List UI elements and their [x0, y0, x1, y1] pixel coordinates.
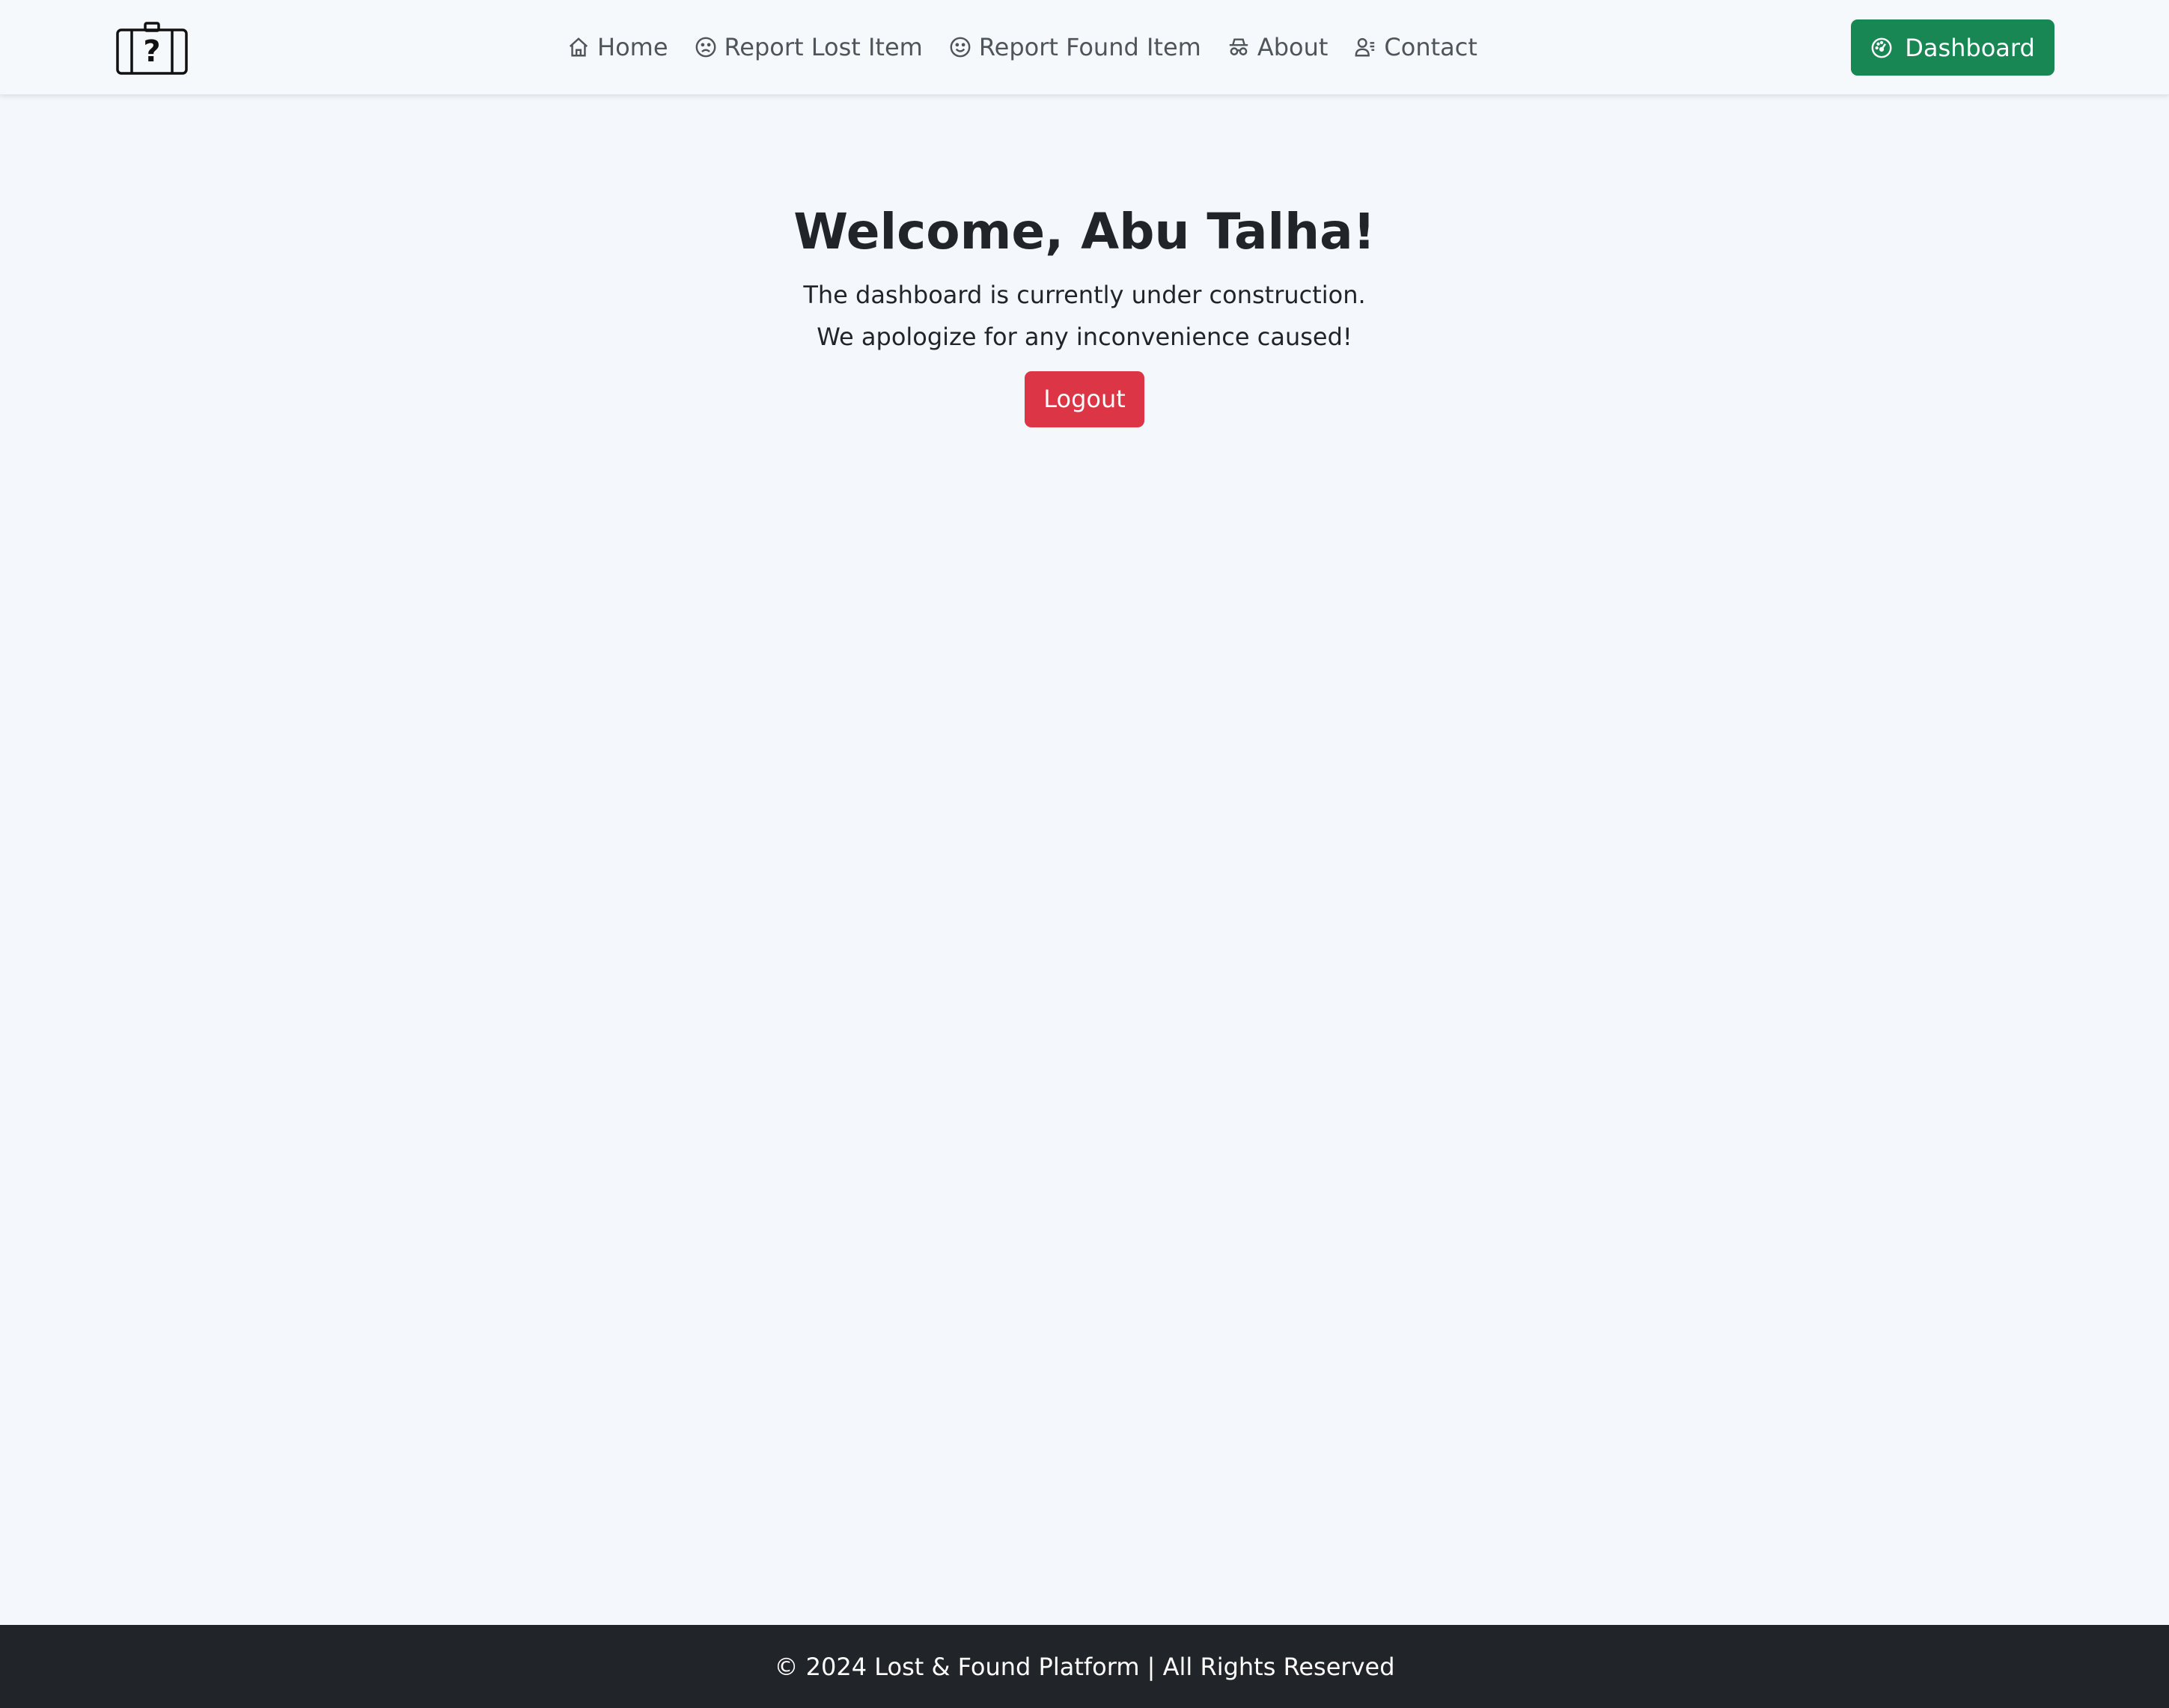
nav-about[interactable]: About — [1227, 33, 1328, 61]
smile-face-icon — [950, 37, 971, 58]
dashboard-button-label: Dashboard — [1905, 33, 2035, 62]
nav-links: Home Report Lost Item Report Found Item — [567, 0, 1477, 94]
person-lines-icon — [1355, 37, 1375, 57]
home-icon — [569, 37, 588, 57]
incognito-icon — [1229, 38, 1248, 55]
suitcase-question-logo-icon[interactable]: ? — [115, 21, 189, 75]
nav-contact[interactable]: Contact — [1354, 33, 1477, 61]
nav-about-label: About — [1257, 33, 1328, 61]
footer: © 2024 Lost & Found Platform | All Right… — [0, 1625, 2169, 1708]
svg-text:?: ? — [143, 34, 160, 69]
nav-home[interactable]: Home — [567, 33, 668, 61]
nav-report-found-item[interactable]: Report Found Item — [949, 33, 1201, 61]
nav-report-lost-item-label: Report Lost Item — [724, 33, 923, 61]
main-content: Welcome, Abu Talha! The dashboard is cur… — [0, 196, 2169, 427]
construction-message: The dashboard is currently under constru… — [803, 281, 1366, 309]
nav-report-found-item-label: Report Found Item — [978, 33, 1201, 61]
nav-home-label: Home — [597, 33, 668, 61]
dashboard-button[interactable]: Dashboard — [1851, 19, 2054, 76]
nav-contact-label: Contact — [1384, 33, 1477, 61]
logout-button[interactable]: Logout — [1025, 371, 1144, 427]
footer-copyright: © 2024 Lost & Found Platform | All Right… — [774, 1652, 1395, 1681]
sad-face-icon — [695, 37, 716, 58]
welcome-heading: Welcome, Abu Talha! — [793, 203, 1376, 260]
nav-report-lost-item[interactable]: Report Lost Item — [695, 33, 923, 61]
navbar: ? Home Report Lost Item Report Found Ite… — [0, 0, 2169, 95]
apology-message: We apologize for any inconvenience cause… — [817, 323, 1352, 351]
speedometer-icon — [1871, 37, 1892, 58]
